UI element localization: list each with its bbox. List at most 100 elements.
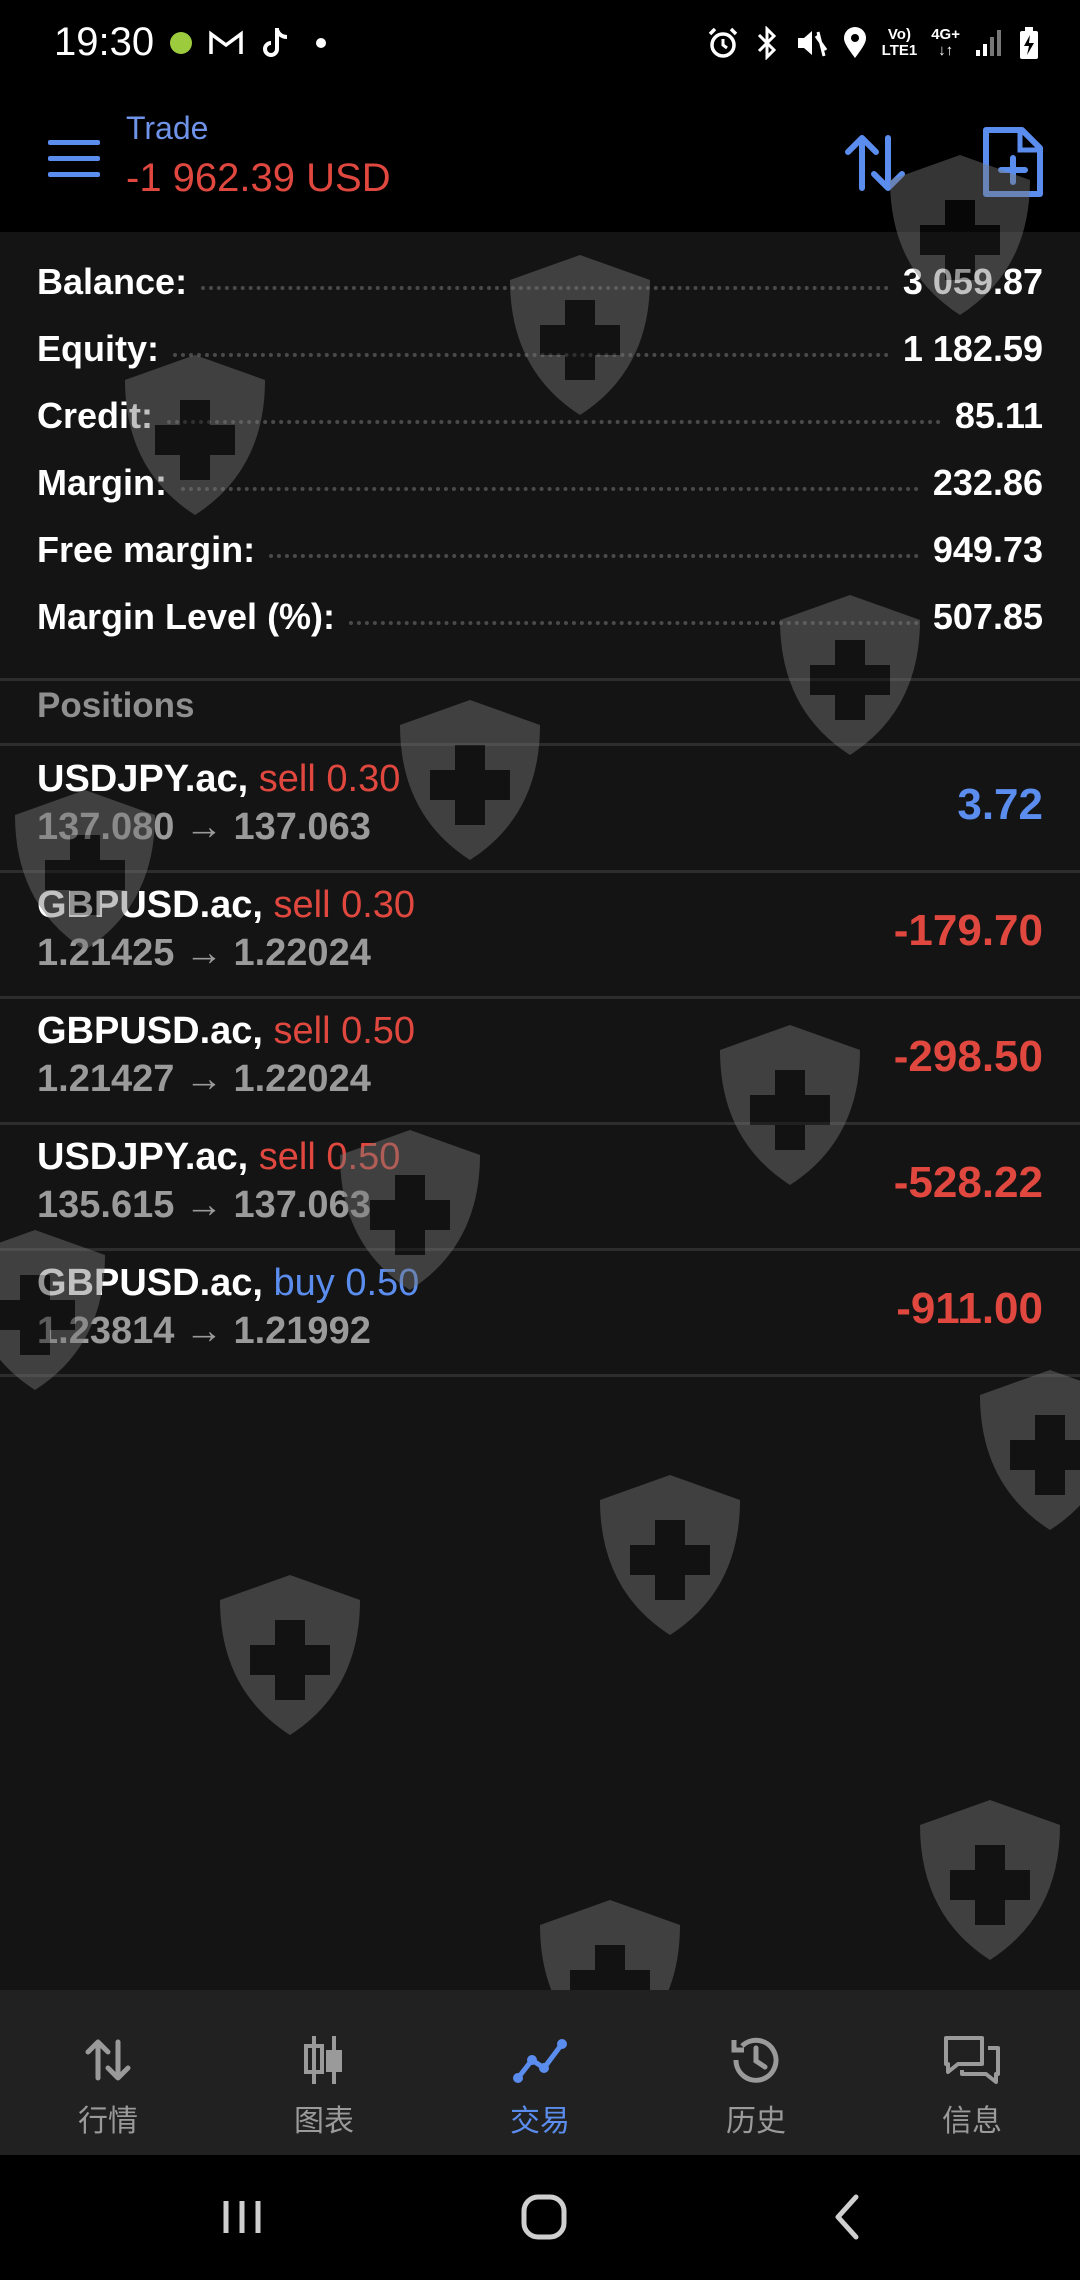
account-summary: Balance: 3 059.87 Equity: 1 182.59 Credi… [0,248,1080,650]
notification-icons [170,26,326,60]
position-prices: 1.21425 → 1.22024 [37,932,371,974]
lte-label: LTE1 [881,42,918,59]
summary-value: 949.73 [932,528,1043,570]
position-title: USDJPY.ac, sell 0.30 [37,758,400,801]
position-side: sell 0.50 [258,1136,401,1178]
position-title: USDJPY.ac, sell 0.50 [37,1136,400,1179]
summary-label: Credit: [37,394,153,436]
summary-value: 232.86 [932,461,1043,503]
menu-line [48,156,100,161]
nav-tab-charts[interactable]: 图表 [216,1990,432,2155]
summary-row-margin-level: Margin Level (%): 507.85 [0,583,1080,650]
menu-button[interactable] [48,140,100,180]
position-symbol: GBPUSD.ac, [37,884,263,926]
position-prices: 135.615 → 137.063 [37,1184,371,1226]
signal-icon [976,30,1001,56]
dotted-leader [167,419,941,424]
position-profit: 3.72 [957,780,1043,829]
shield-watermark-icon [920,1800,1060,1960]
position-side: sell 0.30 [273,884,416,926]
dotted-leader [269,553,919,558]
position-row[interactable]: GBPUSD.ac, sell 0.50 1.21427 → 1.22024 -… [0,998,1080,1124]
candlestick-chart-icon [304,2036,342,2084]
summary-label: Equity: [37,327,159,369]
nav-label: 信息 [942,2104,1002,2139]
positions-section-title: Positions [37,686,195,725]
trade-line-icon [513,2039,567,2083]
summary-row-free-margin: Free margin: 949.73 [0,516,1080,583]
status-bar: 19:30 Vo) LTE1 4G+ ↓↑ [0,0,1080,100]
system-navigation-bar [0,2155,1080,2280]
summary-label: Margin Level (%): [37,595,336,637]
nav-tab-history[interactable]: 历史 [648,1990,864,2155]
summary-row-equity: Equity: 1 182.59 [0,315,1080,382]
summary-row-balance: Balance: 3 059.87 [0,248,1080,315]
position-profit: -911.00 [896,1284,1043,1333]
position-side: sell 0.50 [273,1010,416,1052]
summary-label: Balance: [37,260,188,302]
gmail-icon [209,30,243,54]
more-notifications-dot [316,38,326,48]
divider [0,678,1080,681]
summary-value: 3 059.87 [902,260,1043,302]
position-row[interactable]: USDJPY.ac, sell 0.30 137.080 → 137.063 3… [0,746,1080,872]
history-clock-icon [731,2037,779,2083]
position-row[interactable]: USDJPY.ac, sell 0.50 135.615 → 137.063 -… [0,1124,1080,1250]
dotted-leader [173,352,889,357]
bottom-navigation: 行情 图表 交易 历史 信息 [0,1990,1080,2155]
mute-icon [797,31,827,57]
position-side: buy 0.50 [273,1262,420,1304]
home-icon[interactable] [514,2187,574,2247]
status-time: 19:30 [54,20,155,64]
summary-value: 507.85 [932,595,1043,637]
recent-apps-icon[interactable] [212,2187,272,2247]
new-order-icon[interactable] [980,126,1044,198]
dotted-leader [181,486,919,491]
green-dot-icon [170,32,192,54]
position-title: GBPUSD.ac, buy 0.50 [37,1262,419,1305]
battery-charging-icon [1020,27,1038,59]
location-icon [843,27,866,58]
position-side: sell 0.30 [258,758,401,800]
app-header: Trade -1 962.39 USD [0,100,1080,232]
sort-icon[interactable] [840,128,910,198]
dotted-leader [349,620,919,625]
tiktok-icon [263,28,288,57]
alarm-icon [708,27,737,58]
summary-label: Free margin: [37,528,256,570]
position-row[interactable]: GBPUSD.ac, sell 0.30 1.21425 → 1.22024 -… [0,872,1080,998]
nav-tab-messages[interactable]: 信息 [864,1990,1080,2155]
position-title: GBPUSD.ac, sell 0.50 [37,1010,415,1053]
page-title: Trade [126,110,209,146]
back-icon[interactable] [818,2187,878,2247]
dotted-leader [201,285,889,290]
nav-tab-quotes[interactable]: 行情 [0,1990,216,2155]
position-prices: 137.080 → 137.063 [37,806,371,848]
nav-label: 图表 [294,2104,354,2139]
messages-icon [944,2036,1000,2084]
position-symbol: USDJPY.ac, [37,1136,249,1178]
position-profit: -179.70 [893,906,1043,955]
nav-label: 行情 [78,2104,138,2139]
summary-label: Margin: [37,461,167,503]
system-status-icons: Vo) LTE1 4G+ ↓↑ [706,26,1040,60]
position-prices: 1.21427 → 1.22024 [37,1058,371,1100]
network-type-label: 4G+ [931,26,960,43]
position-symbol: GBPUSD.ac, [37,1262,263,1304]
divider [0,1374,1080,1377]
position-profit: -298.50 [893,1032,1043,1081]
position-profit: -528.22 [893,1158,1043,1207]
shield-watermark-icon [220,1575,360,1735]
nav-label: 交易 [510,2104,570,2139]
position-title: GBPUSD.ac, sell 0.30 [37,884,415,927]
data-arrows-label: ↓↑ [938,42,954,59]
menu-line [48,172,100,177]
position-row[interactable]: GBPUSD.ac, buy 0.50 1.23814 → 1.21992 -9… [0,1250,1080,1376]
nav-tab-trade[interactable]: 交易 [432,1990,648,2155]
volte-indicator: Vo) LTE1 [882,27,918,59]
quotes-arrows-icon [85,2039,131,2081]
position-prices: 1.23814 → 1.21992 [37,1310,371,1352]
summary-value: 1 182.59 [902,327,1043,369]
summary-row-credit: Credit: 85.11 [0,382,1080,449]
volte-label: Vo) [887,26,911,43]
